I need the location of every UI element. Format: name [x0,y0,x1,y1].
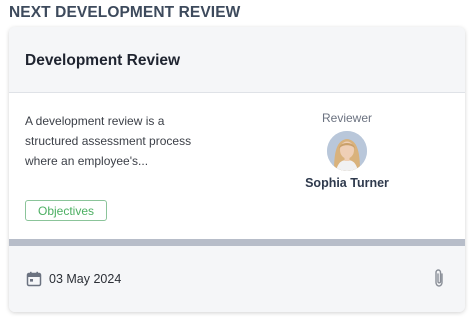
reviewer-avatar[interactable] [327,131,367,171]
review-date: 03 May 2024 [49,272,122,286]
card-title: Development Review [25,52,181,69]
card-divider-bar [9,239,465,246]
reviewer-label: Reviewer [321,111,372,125]
reviewer-block: Reviewer Sophia Turner [291,111,403,190]
review-description: A development review is a structured ass… [25,114,192,168]
calendar-icon [26,271,42,287]
paperclip-icon[interactable] [431,268,447,288]
section-title: NEXT DEVELOPMENT REVIEW [9,4,241,21]
card-body: A development review is a structured ass… [9,93,465,239]
card-footer: 03 May 2024 [9,246,465,312]
objectives-tag[interactable]: Objectives [25,200,108,221]
card-header: Development Review [9,27,465,93]
reviewer-name[interactable]: Sophia Turner [291,176,403,190]
avatar-image [327,131,367,171]
development-review-card[interactable]: Development Review A development review … [9,27,465,312]
